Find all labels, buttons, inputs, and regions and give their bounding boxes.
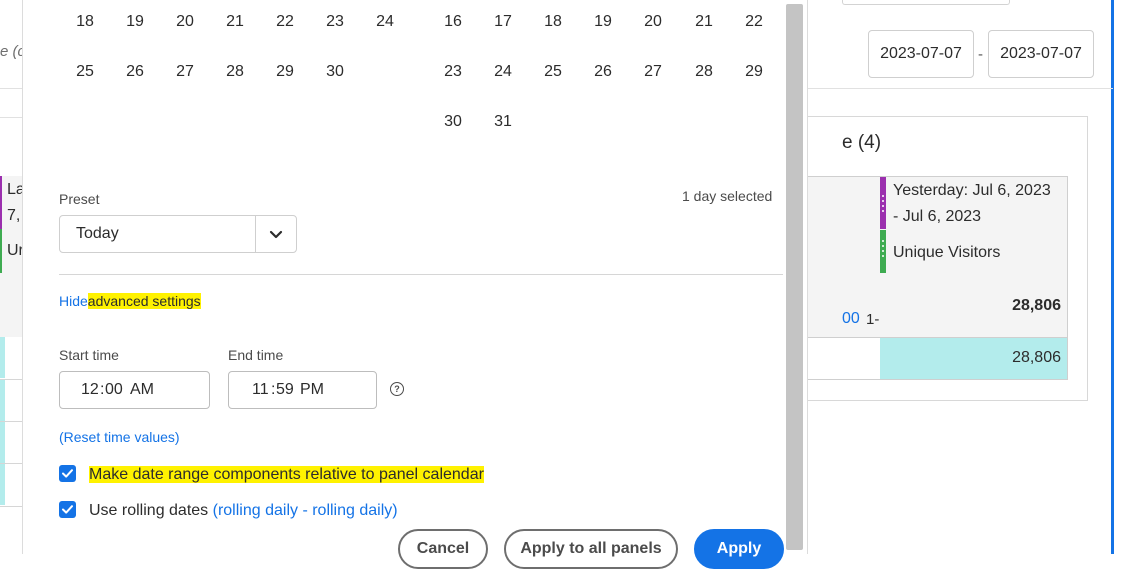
toggle-advanced-settings-link[interactable]: Hideadvanced settings — [59, 293, 201, 309]
total-range-fragment: 1- — [866, 311, 880, 328]
calendar-day[interactable]: 19 — [115, 13, 155, 31]
segment-label-line2: - Jul 6, 2023 — [893, 208, 982, 225]
divider — [0, 506, 22, 507]
scrollbar[interactable] — [786, 4, 803, 550]
rolling-dates-text: Use rolling dates — [89, 502, 209, 519]
checkmark-icon — [62, 469, 73, 478]
apply-to-all-panels-button[interactable]: Apply to all panels — [504, 529, 678, 569]
left-cell-highlight — [0, 422, 5, 463]
calendar-day[interactable]: 28 — [215, 63, 255, 81]
checkmark-icon — [62, 505, 73, 514]
calendar-day[interactable]: 26 — [115, 63, 155, 81]
relative-checkbox-label: Make date range components relative to p… — [89, 466, 484, 484]
drag-handle-icon[interactable] — [882, 195, 884, 215]
divider — [0, 379, 22, 380]
left-total-cell — [0, 273, 22, 337]
calendar-day[interactable]: 29 — [265, 63, 305, 81]
start-hour[interactable]: 12 — [81, 372, 99, 408]
section-divider — [59, 274, 783, 275]
highlighted-text: advanced settings — [87, 293, 201, 309]
calendar-day[interactable]: 31 — [483, 113, 523, 131]
left-cell-highlight — [0, 380, 5, 421]
calendar-day[interactable]: 29 — [734, 63, 774, 81]
highlighted-text: Make date range components relative to p… — [89, 466, 484, 483]
calendar-day[interactable]: 27 — [633, 63, 673, 81]
rolling-dates-checkbox[interactable] — [59, 501, 76, 518]
divider — [0, 463, 22, 464]
background-top-box — [842, 0, 1010, 5]
end-minute[interactable]: 59 — [276, 372, 294, 408]
start-time-input[interactable]: 12 : 00 AM — [59, 371, 210, 409]
calendar-day[interactable]: 24 — [365, 13, 405, 31]
selection-summary: 1 day selected — [682, 188, 773, 204]
start-time-label: Start time — [59, 347, 119, 363]
calendar-day[interactable]: 27 — [165, 63, 205, 81]
start-ampm[interactable]: AM — [130, 372, 154, 408]
rolling-dates-label: Use rolling dates (rolling daily - rolli… — [89, 502, 398, 520]
left-cell-highlight — [0, 464, 5, 505]
row-value: 28,806 — [1012, 349, 1061, 366]
left-cell-highlight — [0, 337, 5, 378]
cancel-button[interactable]: Cancel — [398, 529, 488, 569]
calendar-day[interactable]: 19 — [583, 13, 623, 31]
calendar-day[interactable]: 28 — [684, 63, 724, 81]
calendar-day[interactable]: 22 — [734, 13, 774, 31]
calendar-day[interactable]: 23 — [315, 13, 355, 31]
calendar-day[interactable]: 20 — [165, 13, 205, 31]
divider — [808, 88, 1113, 89]
divider — [0, 88, 22, 89]
panel-end-date[interactable]: 2023-07-07 — [988, 30, 1094, 78]
divider — [0, 421, 22, 422]
freeform-title: e (4) — [842, 132, 882, 153]
calendar-day[interactable]: 18 — [533, 13, 573, 31]
rolling-dates-link[interactable]: (rolling daily - rolling daily) — [213, 502, 398, 519]
calendar-day[interactable]: 30 — [315, 63, 355, 81]
end-hour[interactable]: 11 — [252, 372, 269, 408]
divider — [0, 117, 22, 118]
calendar-day[interactable]: 24 — [483, 63, 523, 81]
apply-button[interactable]: Apply — [694, 529, 784, 569]
calendar-day[interactable]: 20 — [633, 13, 673, 31]
reset-time-values-link[interactable]: (Reset time values) — [59, 429, 180, 445]
calendar-day[interactable]: 26 — [583, 63, 623, 81]
calendar-day[interactable]: 25 — [65, 63, 105, 81]
calendar-day[interactable]: 22 — [265, 13, 305, 31]
metric-label: Unique Visitors — [893, 244, 1001, 261]
preset-dropdown[interactable]: Today — [59, 215, 297, 253]
calendar-day[interactable]: 23 — [433, 63, 473, 81]
total-value: 28,806 — [1012, 297, 1061, 314]
panel-focus-border — [1111, 0, 1114, 554]
segment-label-line1: Yesterday: Jul 6, 2023 — [893, 182, 1051, 199]
drag-handle-icon[interactable] — [882, 240, 884, 260]
help-icon[interactable]: ? — [390, 382, 404, 396]
calendar-day[interactable]: 16 — [433, 13, 473, 31]
calendar-day[interactable]: 21 — [684, 13, 724, 31]
start-minute[interactable]: 00 — [105, 372, 123, 408]
calendar-day[interactable]: 17 — [483, 13, 523, 31]
calendar-day[interactable]: 21 — [215, 13, 255, 31]
panel-start-date[interactable]: 2023-07-07 — [868, 30, 974, 78]
preset-label: Preset — [59, 191, 100, 207]
calendar-day[interactable]: 18 — [65, 13, 105, 31]
relative-checkbox[interactable] — [59, 465, 76, 482]
end-time-label: End time — [228, 347, 284, 363]
left-cell-text: 7, — [7, 207, 21, 224]
chevron-down-icon[interactable] — [256, 216, 296, 252]
end-ampm[interactable]: PM — [300, 372, 324, 408]
end-time-input[interactable]: 11 : 59 PM — [228, 371, 377, 409]
toggle-prefix: Hide — [59, 293, 88, 309]
calendar-day[interactable]: 30 — [433, 113, 473, 131]
date-range-separator: - — [978, 46, 983, 63]
calendar-day[interactable]: 25 — [533, 63, 573, 81]
preset-value: Today — [76, 225, 119, 242]
total-link-fragment[interactable]: 00 — [842, 310, 860, 328]
